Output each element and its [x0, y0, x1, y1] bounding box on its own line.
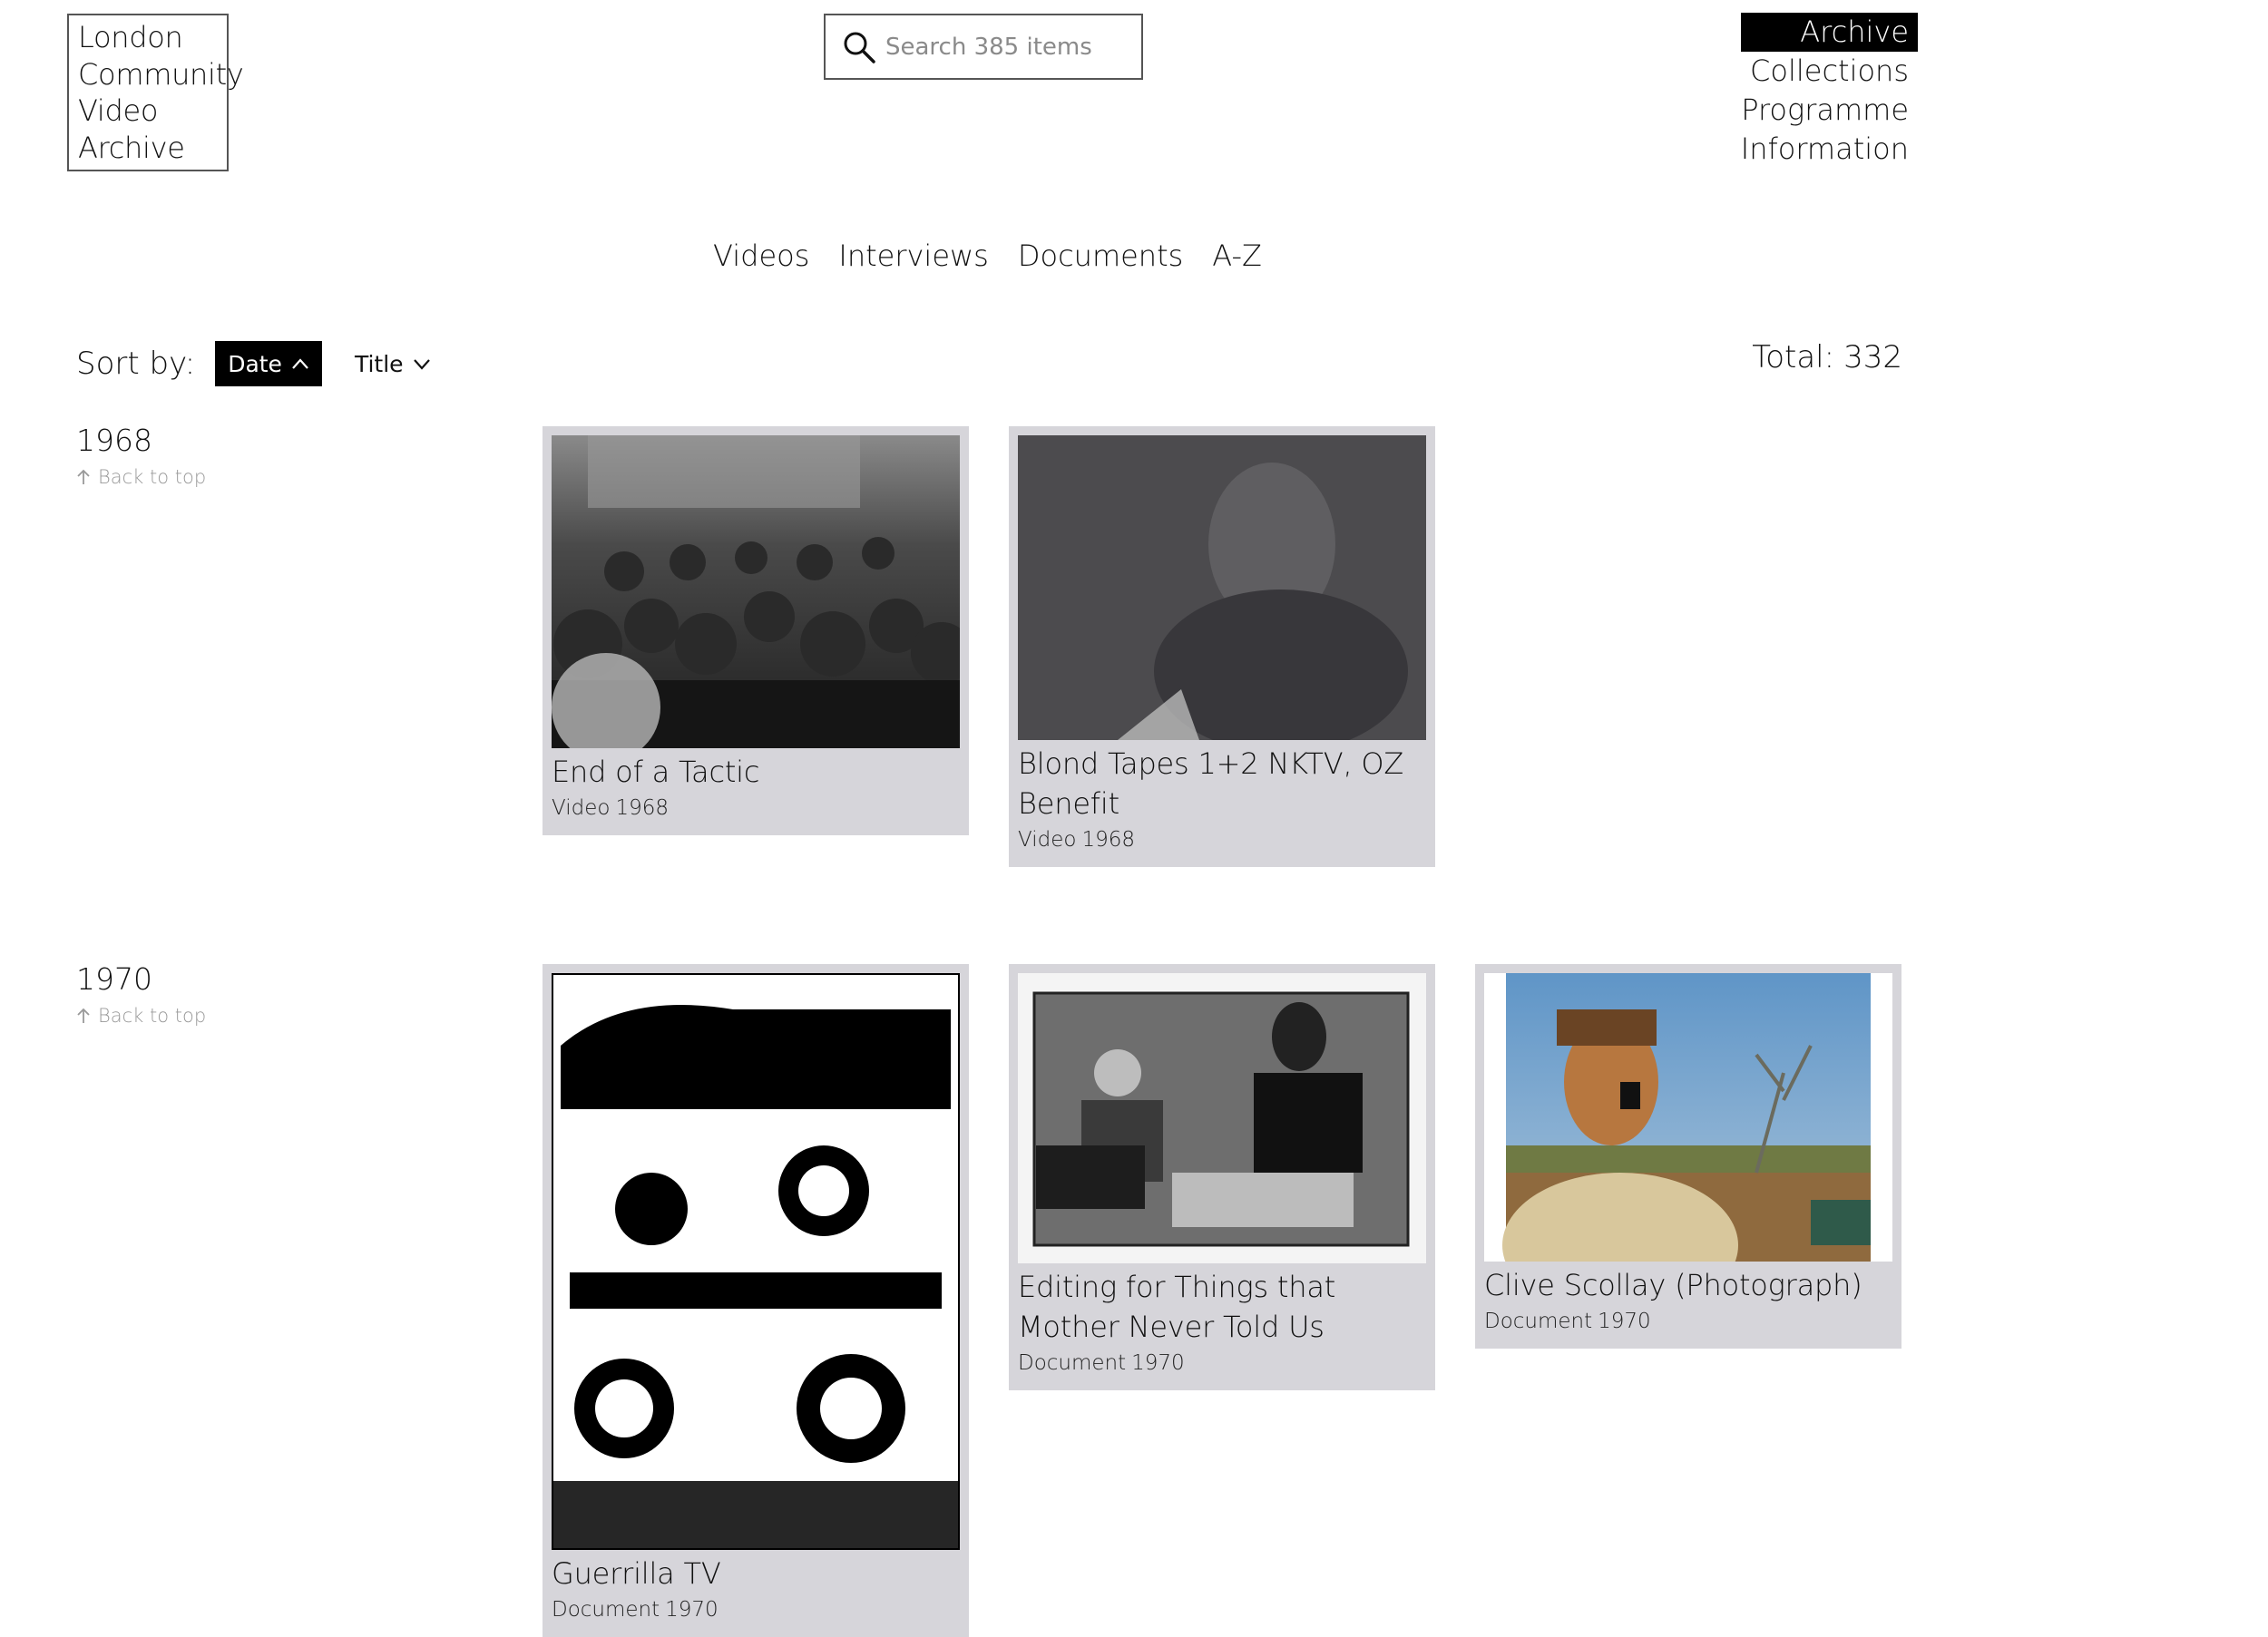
chevron-down-icon [413, 359, 430, 370]
arrow-up-icon [77, 1008, 90, 1023]
card-year: 1970 [1131, 1351, 1185, 1375]
main-nav: Archive Collections Programme Informatio… [1740, 13, 1918, 169]
logo-line: London [78, 20, 183, 54]
logo-line: Archive [78, 130, 185, 165]
card-year: 1970 [1598, 1310, 1651, 1333]
search-icon [844, 32, 875, 63]
book-cover-image [552, 973, 960, 1550]
archive-card[interactable]: End of a Tactic Video 1968 [543, 426, 969, 835]
year-title: 1968 [76, 423, 152, 458]
card-title: Clive Scollay (Photograph) [1484, 1268, 1862, 1302]
card-type: Document [1484, 1310, 1593, 1333]
logo-line: Community [78, 56, 244, 92]
site-logo[interactable]: London Community Video Archive [67, 14, 244, 171]
nav-archive[interactable]: Archive [1740, 13, 1918, 52]
sort-date-button[interactable]: Date [215, 341, 322, 386]
sort-bar: Sort by: Date Title [76, 341, 444, 386]
search-input[interactable] [885, 33, 1130, 61]
back-to-top-link[interactable]: Back to top [76, 1005, 206, 1027]
card-meta: Document 1970 [1484, 1307, 1892, 1336]
chevron-up-icon [292, 358, 308, 369]
total-count: Total: 332 [1752, 339, 1902, 375]
card-meta: Document 1970 [552, 1595, 960, 1624]
video-thumbnail [552, 435, 960, 748]
card-meta: Video 1968 [1018, 825, 1426, 854]
total-label: Total: [1752, 339, 1835, 375]
card-year: 1970 [665, 1598, 719, 1622]
card-meta: Video 1968 [552, 794, 960, 823]
archive-tabs: Videos Interviews Documents A-Z [0, 234, 1975, 278]
card-title: End of a Tactic [552, 755, 760, 789]
back-to-top-label: Back to top [98, 466, 207, 488]
nav-information[interactable]: Information [1741, 130, 1909, 169]
nav-collections[interactable]: Collections [1741, 52, 1909, 91]
year-heading: 1968 Back to top [76, 423, 206, 488]
tab-documents[interactable]: Documents [1018, 234, 1183, 278]
tab-videos[interactable]: Videos [713, 234, 809, 278]
card-type: Video [552, 796, 611, 820]
card-title: Editing for Things that Mother Never Tol… [1018, 1270, 1336, 1344]
archive-card[interactable]: Blond Tapes 1+2 NKTV, OZ Benefit Video 1… [1009, 426, 1435, 867]
sort-date-label: Date [228, 350, 282, 377]
tab-interviews[interactable]: Interviews [838, 234, 988, 278]
year-heading: 1970 Back to top [76, 961, 206, 1027]
card-type: Document [1018, 1351, 1127, 1375]
card-title: Guerrilla TV [552, 1556, 721, 1591]
photo-thumbnail [1018, 973, 1426, 1263]
sort-title-label: Title [354, 350, 404, 377]
card-type: Document [552, 1598, 660, 1622]
sort-label: Sort by: [76, 346, 196, 382]
logo-line: Video [78, 93, 159, 128]
photo-thumbnail [1484, 973, 1892, 1262]
nav-programme[interactable]: Programme [1741, 91, 1909, 130]
archive-card[interactable]: Guerrilla TV Document 1970 [543, 964, 969, 1637]
card-year: 1968 [615, 796, 669, 820]
arrow-up-icon [77, 469, 90, 484]
card-year: 1968 [1081, 828, 1135, 852]
archive-card[interactable]: Clive Scollay (Photograph) Document 1970 [1475, 964, 1901, 1349]
total-value: 332 [1843, 339, 1902, 375]
archive-card[interactable]: Editing for Things that Mother Never Tol… [1009, 964, 1435, 1390]
card-title: Blond Tapes 1+2 NKTV, OZ Benefit [1018, 746, 1404, 821]
video-thumbnail [1018, 435, 1426, 740]
card-meta: Document 1970 [1018, 1349, 1426, 1378]
search-box[interactable] [824, 14, 1143, 80]
sort-title-button[interactable]: Title [342, 341, 444, 386]
card-type: Video [1018, 828, 1077, 852]
year-title: 1970 [76, 961, 152, 997]
back-to-top-link[interactable]: Back to top [76, 466, 206, 488]
back-to-top-label: Back to top [98, 1005, 207, 1027]
tab-a-z[interactable]: A-Z [1212, 234, 1262, 278]
